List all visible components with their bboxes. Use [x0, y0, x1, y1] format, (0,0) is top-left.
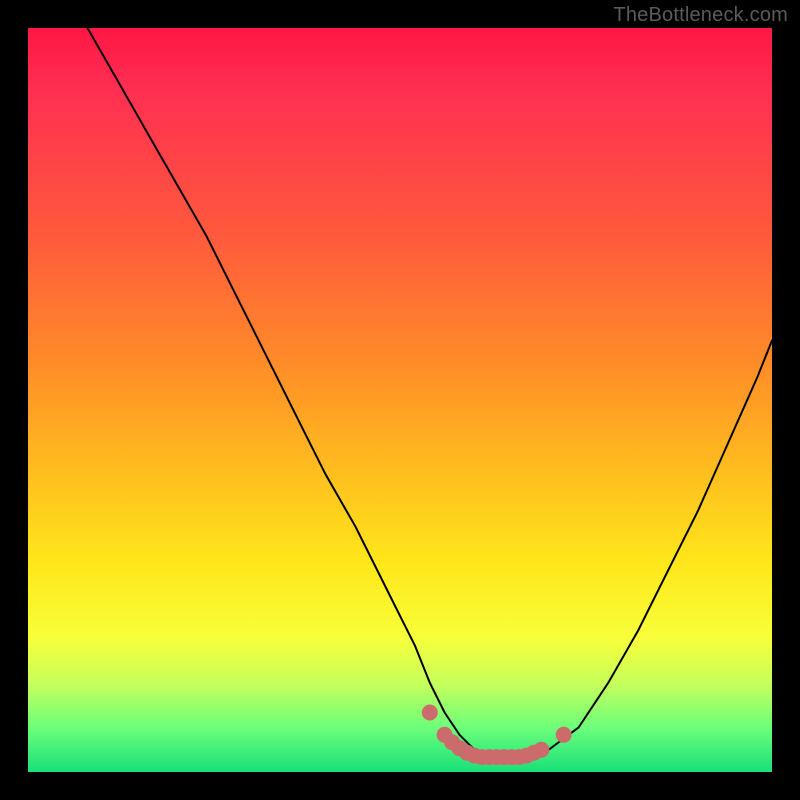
sweet-spot-marker: [556, 727, 572, 743]
watermark-text: TheBottleneck.com: [613, 4, 788, 27]
sweet-spot-marker: [422, 705, 438, 721]
plot-area: [28, 28, 772, 772]
sweet-spot-marker: [533, 742, 549, 758]
chart-frame: TheBottleneck.com: [0, 0, 800, 800]
bottleneck-curve: [88, 28, 773, 757]
chart-svg: [28, 28, 772, 772]
